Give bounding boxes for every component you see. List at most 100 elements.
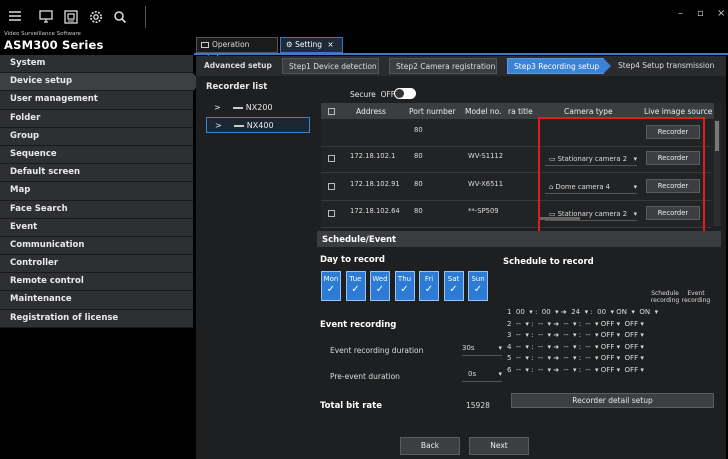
- chevron-down-icon: ▾: [633, 155, 637, 163]
- live-source-button[interactable]: Recorder: [646, 206, 700, 220]
- step3-button[interactable]: Step3 Recording setup: [507, 58, 611, 74]
- tab-label: Setting: [295, 40, 322, 49]
- column-header: Port number: [409, 107, 456, 116]
- recorder-detail-setup-button[interactable]: Recorder detail setup: [511, 393, 714, 408]
- camera-type-select[interactable]: ⌂ Dome camera 4 ▾: [545, 181, 637, 194]
- column-header: Model no.: [465, 107, 502, 116]
- next-button[interactable]: Next: [469, 437, 529, 455]
- sidebar-item[interactable]: Controller: [0, 255, 193, 274]
- total-bitrate-label: Total bit rate: [320, 401, 382, 411]
- day-label: Sat: [447, 275, 460, 283]
- row-checkbox[interactable]: [328, 210, 335, 217]
- gear-icon[interactable]: [88, 9, 104, 25]
- sidebar-item[interactable]: Folder: [0, 109, 193, 128]
- day-toggle[interactable]: Sat ✓: [443, 271, 464, 301]
- expand-icon[interactable]: >: [214, 103, 221, 112]
- recorder-item[interactable]: > NX400: [206, 117, 310, 133]
- expand-icon[interactable]: >: [215, 121, 222, 130]
- address-cell: 172.18.102.64: [350, 207, 400, 215]
- address-cell: 172.18.102.91: [350, 180, 400, 188]
- check-icon: ✓: [326, 284, 336, 295]
- day-toggle[interactable]: Fri ✓: [419, 271, 439, 301]
- step4-button[interactable]: Step4 Setup transmission: [612, 58, 720, 74]
- recorder-icon: [233, 106, 244, 109]
- sidebar-item[interactable]: Device setup: [0, 73, 201, 92]
- day-to-record-title: Day to record: [320, 255, 386, 265]
- select-all-checkbox[interactable]: [328, 108, 335, 115]
- pre-event-select[interactable]: 0s ▾: [462, 370, 502, 382]
- section-title: Schedule/Event: [322, 235, 397, 245]
- monitor-icon[interactable]: [38, 9, 54, 25]
- search-icon[interactable]: [112, 9, 128, 25]
- day-label: Mon: [323, 275, 339, 283]
- sidebar: System Device setup User management Folder G…: [0, 55, 201, 328]
- total-bitrate-value: 15928: [466, 401, 490, 410]
- port-cell: 80: [414, 180, 423, 188]
- gear-icon: ⚙: [286, 40, 293, 49]
- schedule-row[interactable]: 2 -- ▾ : -- ▾ ➜ -- ▾ : -- ▾ OFF ▾ OFF ▾: [507, 320, 644, 328]
- camera-type-select[interactable]: ▭ Stationary camera 2 ▾: [545, 153, 637, 166]
- column-header: Live image source: [644, 107, 713, 116]
- sidebar-item[interactable]: Default screen: [0, 164, 193, 183]
- tab-underline: [194, 53, 728, 55]
- sidebar-item[interactable]: System: [0, 55, 193, 74]
- sidebar-item[interactable]: Communication: [0, 236, 193, 256]
- close-button[interactable]: ×: [717, 8, 725, 19]
- row-checkbox[interactable]: [328, 183, 335, 190]
- camera-type-value: Stationary camera 2: [557, 155, 628, 163]
- schedule-row[interactable]: 5 -- ▾ : -- ▾ ➜ -- ▾ : -- ▾ OFF ▾ OFF ▾: [507, 354, 644, 362]
- step1-button[interactable]: Step1 Device detection: [282, 58, 379, 74]
- day-toggle[interactable]: Sun ✓: [468, 271, 488, 301]
- menu-icon[interactable]: [8, 9, 24, 25]
- sidebar-item[interactable]: Registration of license: [0, 309, 193, 328]
- live-source-button[interactable]: Recorder: [646, 125, 700, 139]
- check-icon: ✓: [424, 284, 434, 295]
- schedule-row[interactable]: 1 00 ▾ : 00 ▾ ➜ 24 ▾ : 00 ▾ ON ▾ ON ▾: [507, 308, 658, 316]
- maximize-button[interactable]: ▫: [697, 8, 704, 19]
- pre-event-label: Pre-event duration: [330, 372, 400, 381]
- sidebar-item[interactable]: Face Search: [0, 200, 193, 219]
- tab-setting[interactable]: ⚙ Setting ×: [280, 37, 343, 53]
- bullet-camera-icon: ▭: [549, 155, 558, 163]
- check-icon: ✓: [351, 284, 360, 295]
- day-toggle[interactable]: Wed ✓: [370, 271, 390, 301]
- tab-close-button[interactable]: ×: [327, 40, 333, 49]
- schedule-row[interactable]: 3 -- ▾ : -- ▾ ➜ -- ▾ : -- ▾ OFF ▾ OFF ▾: [507, 331, 644, 339]
- live-source-button[interactable]: Recorder: [646, 151, 700, 165]
- select-value: 0s: [468, 370, 477, 378]
- advanced-setup-link[interactable]: Advanced setup: [200, 58, 272, 74]
- sidebar-item[interactable]: Maintenance: [0, 291, 193, 310]
- camera-type-select[interactable]: ▭ Stationary camera 2 ▾: [545, 208, 637, 221]
- tab-operation-window[interactable]: Operation window: [196, 37, 278, 63]
- back-button[interactable]: Back: [400, 437, 460, 455]
- event-duration-select[interactable]: 30s ▾: [462, 344, 502, 356]
- row-checkbox[interactable]: [328, 155, 335, 162]
- camera-view-icon[interactable]: [63, 9, 79, 25]
- secure-toggle[interactable]: [394, 88, 416, 99]
- day-toggle[interactable]: Mon ✓: [321, 271, 341, 301]
- sidebar-item[interactable]: User management: [0, 91, 193, 110]
- sidebar-item[interactable]: Event: [0, 218, 193, 237]
- schedule-row[interactable]: 6 -- ▾ : -- ▾ ➜ -- ▾ : -- ▾ OFF ▾ OFF ▾: [507, 366, 644, 374]
- sidebar-item[interactable]: Group: [0, 127, 193, 146]
- check-icon: ✓: [400, 284, 409, 295]
- recorder-list-title: Recorder list: [206, 82, 268, 92]
- chevron-down-icon: ▾: [498, 344, 502, 352]
- column-header: ra title: [508, 107, 533, 116]
- day-toggle[interactable]: Tue ✓: [345, 271, 366, 301]
- day-toggle[interactable]: Thu ✓: [394, 271, 415, 301]
- column-header: Address: [356, 107, 386, 116]
- sidebar-item[interactable]: Remote control: [0, 273, 193, 292]
- live-source-button[interactable]: Recorder: [646, 179, 700, 193]
- minimize-button[interactable]: –: [678, 8, 683, 19]
- sidebar-item[interactable]: Map: [0, 182, 193, 201]
- schedule-row[interactable]: 4 -- ▾ : -- ▾ ➜ -- ▾ : -- ▾ OFF ▾ OFF ▾: [507, 343, 644, 351]
- sidebar-item[interactable]: Sequence: [0, 145, 193, 165]
- port-cell: 80: [414, 207, 423, 215]
- address-cell: 172.18.102.1: [350, 152, 396, 160]
- recorder-item[interactable]: > NX200: [206, 100, 310, 116]
- scroll-thumb[interactable]: [715, 121, 719, 151]
- brand-title: ASM300 Series: [4, 38, 104, 52]
- day-label: Tue: [349, 275, 362, 283]
- step2-button[interactable]: Step2 Camera registration: [389, 58, 497, 74]
